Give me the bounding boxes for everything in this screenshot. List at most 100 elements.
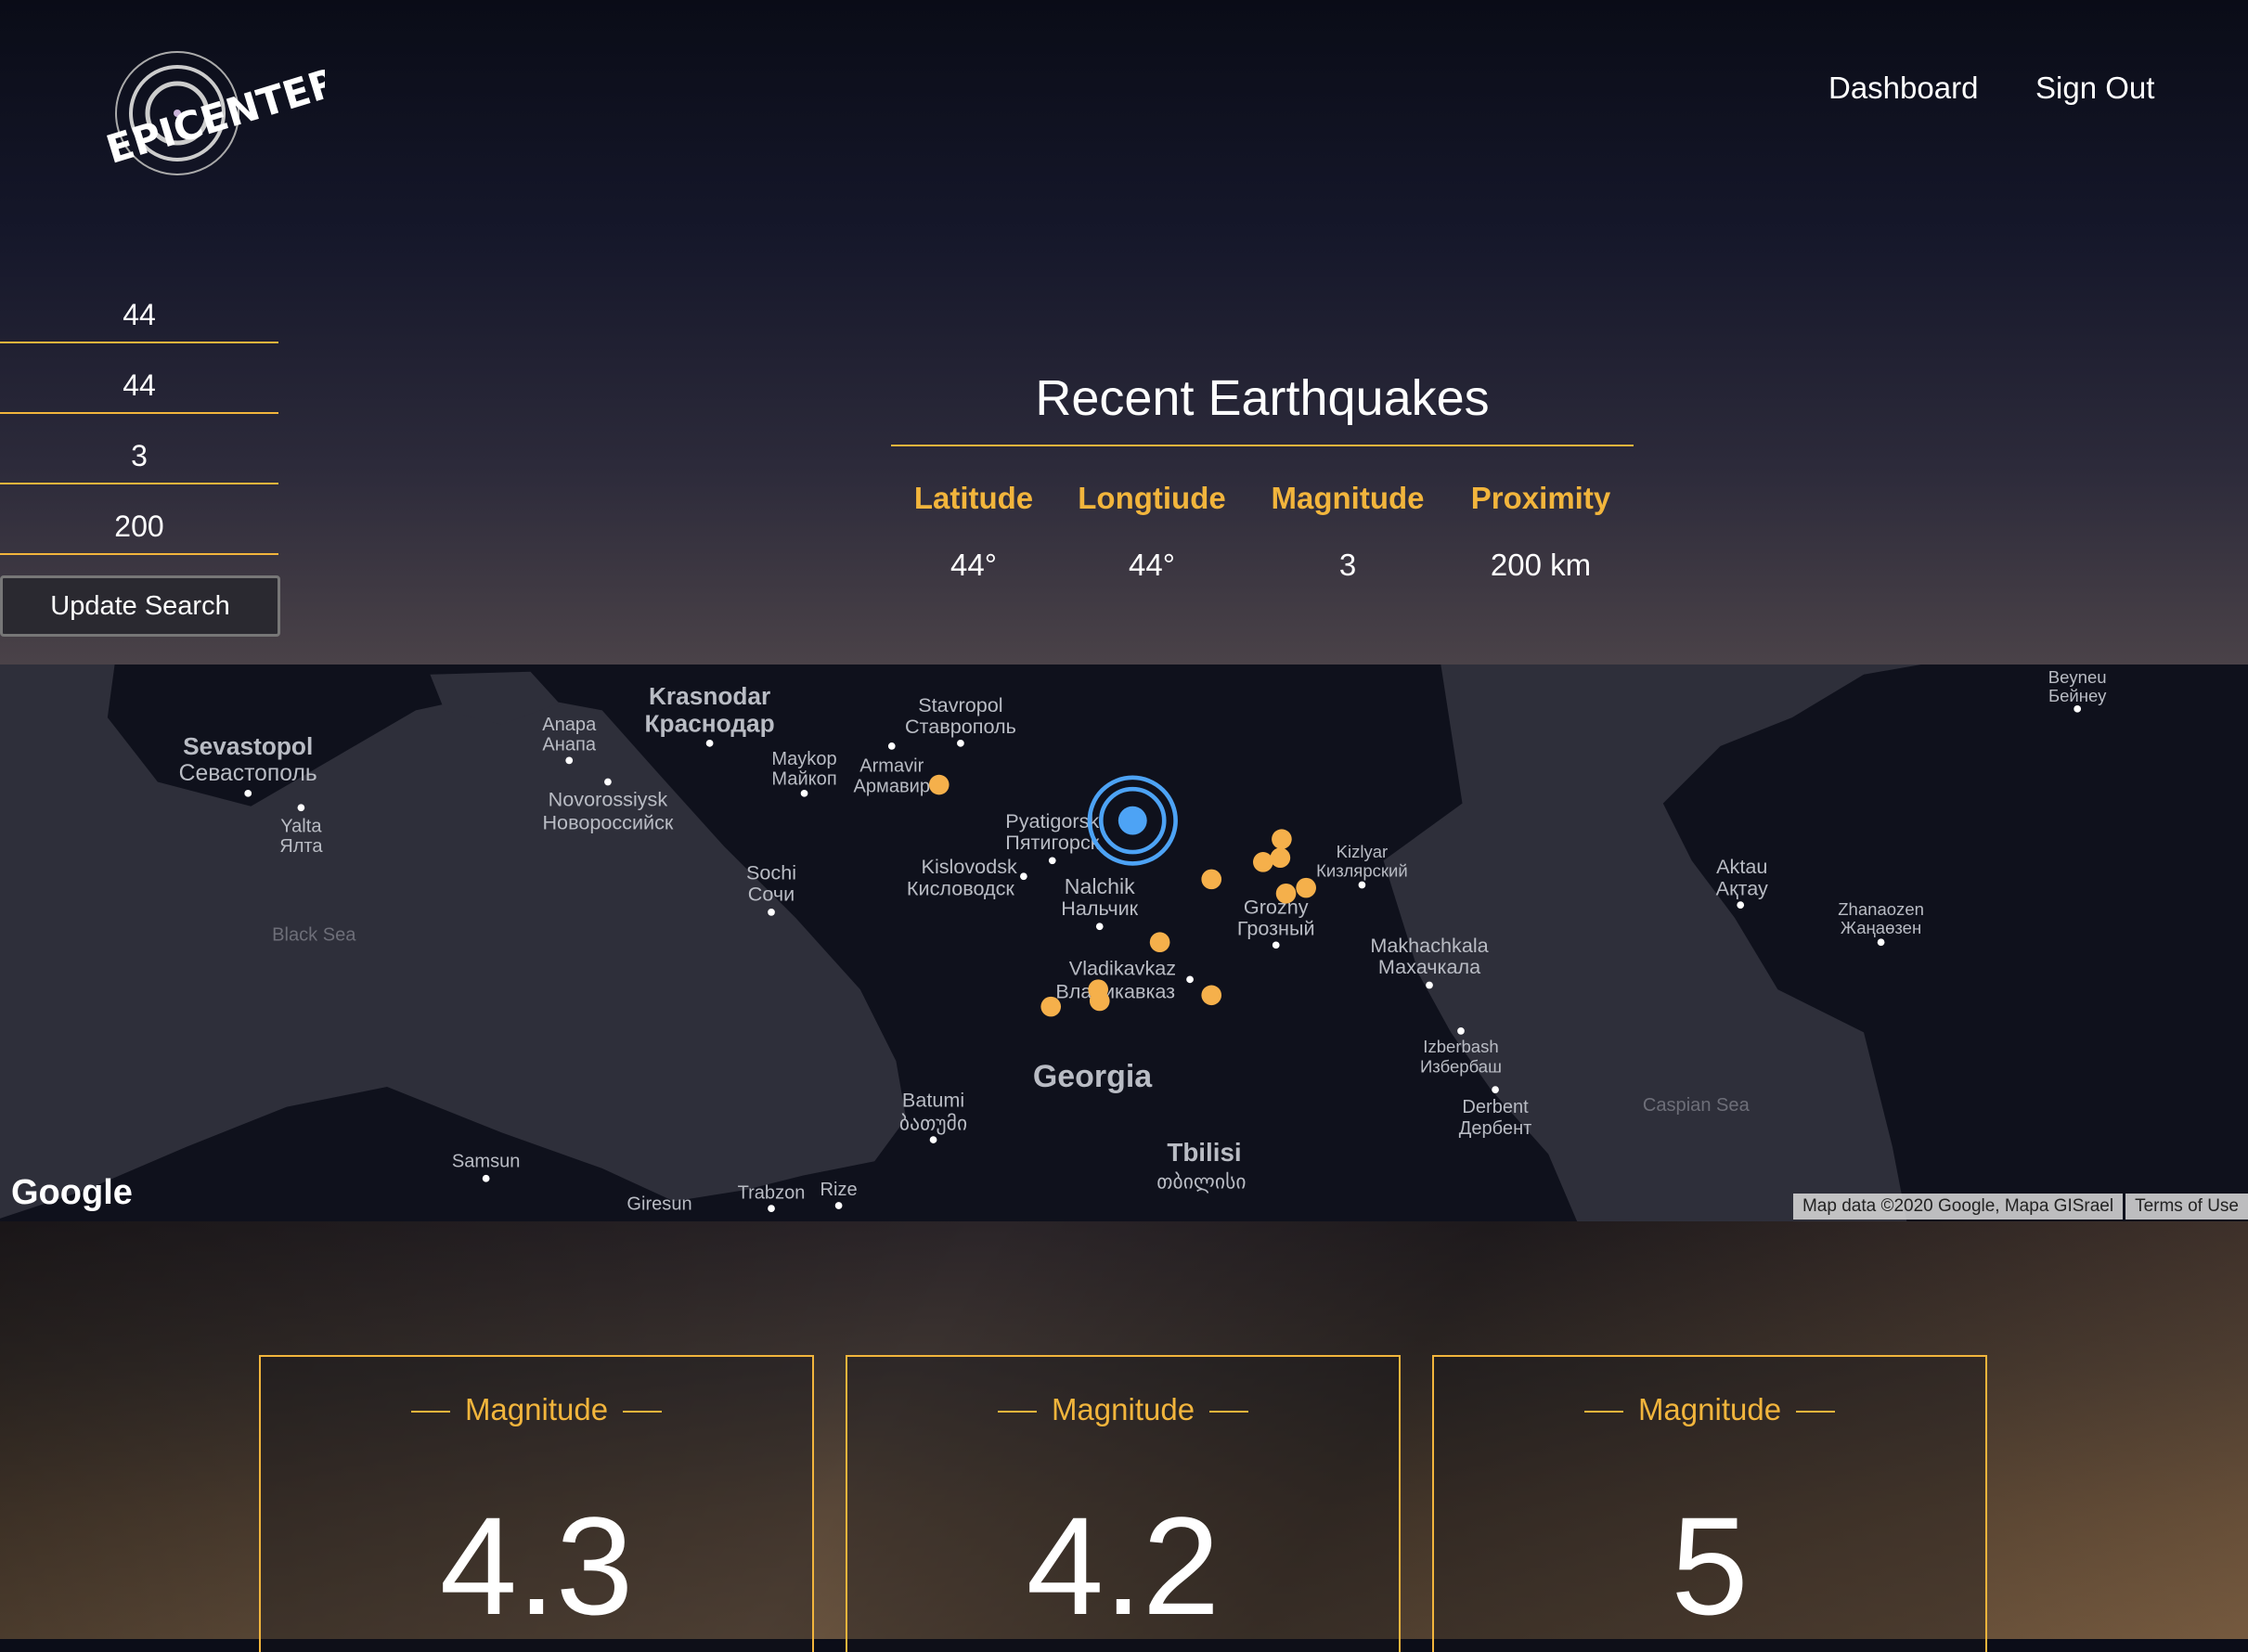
city-dot bbox=[957, 739, 964, 747]
earthquake-map[interactable]: Krasnodar Краснодар Stavropol Ставрополь Sev… bbox=[0, 665, 2248, 1221]
map-label: Derbent bbox=[1462, 1097, 1529, 1117]
nav-sign-out[interactable]: Sign Out bbox=[2035, 71, 2154, 106]
city-dot bbox=[2074, 704, 2082, 713]
map-label: Armavir bbox=[859, 756, 924, 777]
map-label: Sochi bbox=[746, 860, 796, 884]
city-dot bbox=[1457, 1027, 1465, 1035]
city-dot bbox=[1877, 938, 1885, 947]
map-label: Maykop bbox=[771, 749, 836, 769]
city-dot bbox=[768, 1205, 775, 1212]
map-label: Избербаш bbox=[1420, 1057, 1502, 1077]
earthquake-marker[interactable] bbox=[1275, 883, 1297, 904]
map-label: Beyneu bbox=[2048, 667, 2107, 687]
map-label: Sevastopol bbox=[183, 732, 313, 760]
header-proximity: Proximity bbox=[1470, 481, 1611, 515]
city-dot bbox=[482, 1174, 490, 1182]
earthquake-marker[interactable] bbox=[1270, 847, 1291, 869]
map-label: Грозный bbox=[1237, 917, 1315, 940]
map-label: Pyatigorsk bbox=[1005, 809, 1099, 832]
magnitude-card: Magnitude 4.2 bbox=[846, 1355, 1401, 1652]
city-dot bbox=[1186, 975, 1194, 984]
map-label: ბათუმი bbox=[899, 1111, 967, 1135]
map-label: Grozny bbox=[1244, 895, 1309, 918]
map-label: Пятигорск bbox=[1005, 831, 1099, 854]
earthquake-marker[interactable] bbox=[1296, 877, 1316, 898]
nav-dashboard[interactable]: Dashboard bbox=[1828, 71, 1978, 106]
latitude-input[interactable] bbox=[0, 288, 278, 343]
map-label: Novorossiysk bbox=[549, 788, 668, 811]
magnitude-cards-section: Magnitude 4.3 Magnitude 4.2 Magnitude 5 bbox=[0, 1221, 2248, 1652]
earthquake-marker[interactable] bbox=[1272, 829, 1292, 849]
map-label: Кисловодск bbox=[907, 876, 1015, 899]
map-label: Nalchik bbox=[1065, 874, 1135, 898]
card-value: 5 bbox=[1671, 1488, 1749, 1644]
black-sea bbox=[0, 665, 907, 1219]
map-label: Kizlyar bbox=[1337, 842, 1389, 861]
earthquake-marker[interactable] bbox=[1253, 852, 1273, 872]
map-label: Zhanaozen bbox=[1838, 899, 1924, 919]
card-title: Magnitude bbox=[1434, 1392, 1985, 1427]
earthquake-marker[interactable] bbox=[1040, 996, 1062, 1017]
city-dot bbox=[1426, 981, 1433, 989]
search-center-marker[interactable] bbox=[1087, 775, 1178, 866]
card-title: Magnitude bbox=[847, 1392, 1399, 1427]
city-dot bbox=[1095, 923, 1104, 931]
city-dot bbox=[297, 804, 305, 812]
epicenter-logo[interactable]: EPICENTER bbox=[84, 45, 325, 184]
city-dot bbox=[705, 739, 714, 747]
map-label: Сочи bbox=[748, 883, 795, 906]
map-label: Ялта bbox=[279, 836, 323, 857]
city-dot bbox=[244, 789, 252, 797]
city-dot bbox=[1492, 1086, 1499, 1093]
map-label: Владикавказ bbox=[1055, 979, 1175, 1002]
city-dot bbox=[929, 1136, 937, 1143]
card-value: 4.2 bbox=[1026, 1488, 1221, 1644]
proximity-input[interactable] bbox=[0, 499, 278, 555]
earthquake-marker[interactable] bbox=[1201, 985, 1222, 1006]
city-dot bbox=[1358, 881, 1366, 889]
map-label: Makhachkala bbox=[1370, 934, 1489, 957]
city-dot bbox=[1020, 872, 1027, 881]
map-label: Ставрополь bbox=[905, 715, 1016, 738]
map-label: Krasnodar bbox=[649, 682, 770, 710]
longitude-input[interactable] bbox=[0, 358, 278, 414]
terms-of-use-link[interactable]: Terms of Use bbox=[2125, 1194, 2248, 1220]
magnitude-card: Magnitude 4.3 bbox=[259, 1355, 814, 1652]
city-dot bbox=[604, 778, 612, 786]
map-label: Tbilisi bbox=[1167, 1138, 1241, 1167]
map-label: Vladikavkaz bbox=[1069, 957, 1176, 980]
map-label: Batumi bbox=[902, 1089, 964, 1112]
map-label: Севастополь bbox=[179, 761, 317, 786]
earthquake-marker[interactable] bbox=[1089, 990, 1110, 1012]
map-canvas[interactable]: KrasnodarКраснодар StavropolСтаврополь Sev… bbox=[0, 665, 2248, 1221]
map-label: თბილისი bbox=[1156, 1170, 1246, 1194]
city-dot bbox=[565, 756, 574, 765]
earthquake-marker[interactable] bbox=[1149, 932, 1170, 953]
card-title: Magnitude bbox=[261, 1392, 812, 1427]
earthquake-marker[interactable] bbox=[1201, 869, 1222, 890]
map-label: Aktau bbox=[1716, 855, 1767, 878]
map-data-credit: Map data ©2020 Google, Mapa GISrael bbox=[1792, 1194, 2124, 1220]
map-label: Samsun bbox=[452, 1151, 521, 1171]
city-dot bbox=[1048, 857, 1056, 865]
map-label: Rize bbox=[820, 1180, 858, 1200]
value-proximity: 200 km bbox=[1490, 548, 1592, 582]
title-divider bbox=[891, 445, 1634, 446]
city-dot bbox=[1272, 941, 1280, 949]
value-longitude: 44° bbox=[1129, 548, 1175, 582]
map-label: Анапа bbox=[542, 735, 596, 755]
city-dot bbox=[768, 908, 775, 916]
map-label: Нальчик bbox=[1061, 897, 1138, 920]
map-label: Бейнеу bbox=[2048, 686, 2107, 705]
map-label: Ақтау bbox=[1716, 876, 1768, 899]
google-logo: Google bbox=[11, 1173, 133, 1212]
magnitude-input[interactable] bbox=[0, 429, 278, 484]
map-label: Дербент bbox=[1459, 1118, 1532, 1139]
map-label: Краснодар bbox=[645, 710, 775, 738]
update-search-button[interactable]: Update Search bbox=[0, 575, 280, 637]
map-label: Kislovodsk bbox=[922, 855, 1017, 878]
map-label: Новороссийск bbox=[542, 810, 673, 833]
header-longitude: Longtiude bbox=[1078, 481, 1226, 515]
map-label: Армавир bbox=[854, 776, 931, 796]
earthquake-marker[interactable] bbox=[928, 774, 950, 795]
